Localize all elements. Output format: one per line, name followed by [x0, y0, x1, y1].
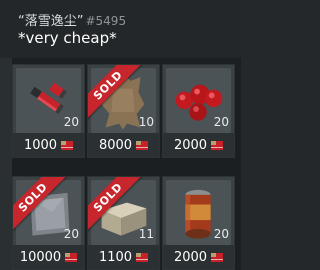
- item-quantity: 20: [213, 115, 229, 129]
- item-tile-berries[interactable]: 20 2000: [162, 64, 235, 158]
- seller-id: #5495: [85, 14, 127, 28]
- item-price: 2000: [173, 249, 208, 265]
- flag-currency-icon: [61, 140, 74, 150]
- item-price: 2000: [173, 137, 208, 153]
- price-bar: 10000: [13, 245, 84, 269]
- item-quantity: 20: [213, 227, 229, 241]
- item-price: 1100: [98, 249, 133, 265]
- price-bar: 1100: [88, 245, 159, 269]
- item-tile-flare-shells[interactable]: 20 1000: [12, 64, 85, 158]
- item-tile-metal-plate[interactable]: SOLD 20 10000: [12, 176, 85, 270]
- item-price: 8000: [98, 137, 133, 153]
- seller-line: “落雪逸尘” #5495: [18, 10, 126, 29]
- item-price: 1000: [23, 137, 58, 153]
- item-tile-stone-block[interactable]: SOLD 11 1100: [87, 176, 160, 270]
- item-quantity: 10: [138, 115, 154, 129]
- flag-currency-icon: [136, 140, 149, 150]
- listing-note: *very cheap*: [18, 29, 117, 47]
- price-bar: 8000: [88, 133, 159, 157]
- flag-currency-icon: [211, 252, 224, 262]
- item-tile-canned-food[interactable]: 20 2000: [162, 176, 235, 270]
- listing-header: “落雪逸尘” #5495 *very cheap*: [0, 0, 241, 58]
- seller-name[interactable]: “落雪逸尘”: [18, 14, 83, 29]
- price-bar: 1000: [13, 133, 84, 157]
- item-quantity: 11: [138, 227, 154, 241]
- item-price: 10000: [19, 249, 62, 265]
- item-tile-hide[interactable]: SOLD 10 8000: [87, 64, 160, 158]
- flag-currency-icon: [65, 252, 78, 262]
- flag-currency-icon: [211, 140, 224, 150]
- price-bar: 2000: [163, 133, 234, 157]
- flag-currency-icon: [136, 252, 149, 262]
- item-quantity: 20: [63, 227, 79, 241]
- grid-left-edge: [0, 58, 12, 270]
- item-quantity: 20: [63, 115, 79, 129]
- price-bar: 2000: [163, 245, 234, 269]
